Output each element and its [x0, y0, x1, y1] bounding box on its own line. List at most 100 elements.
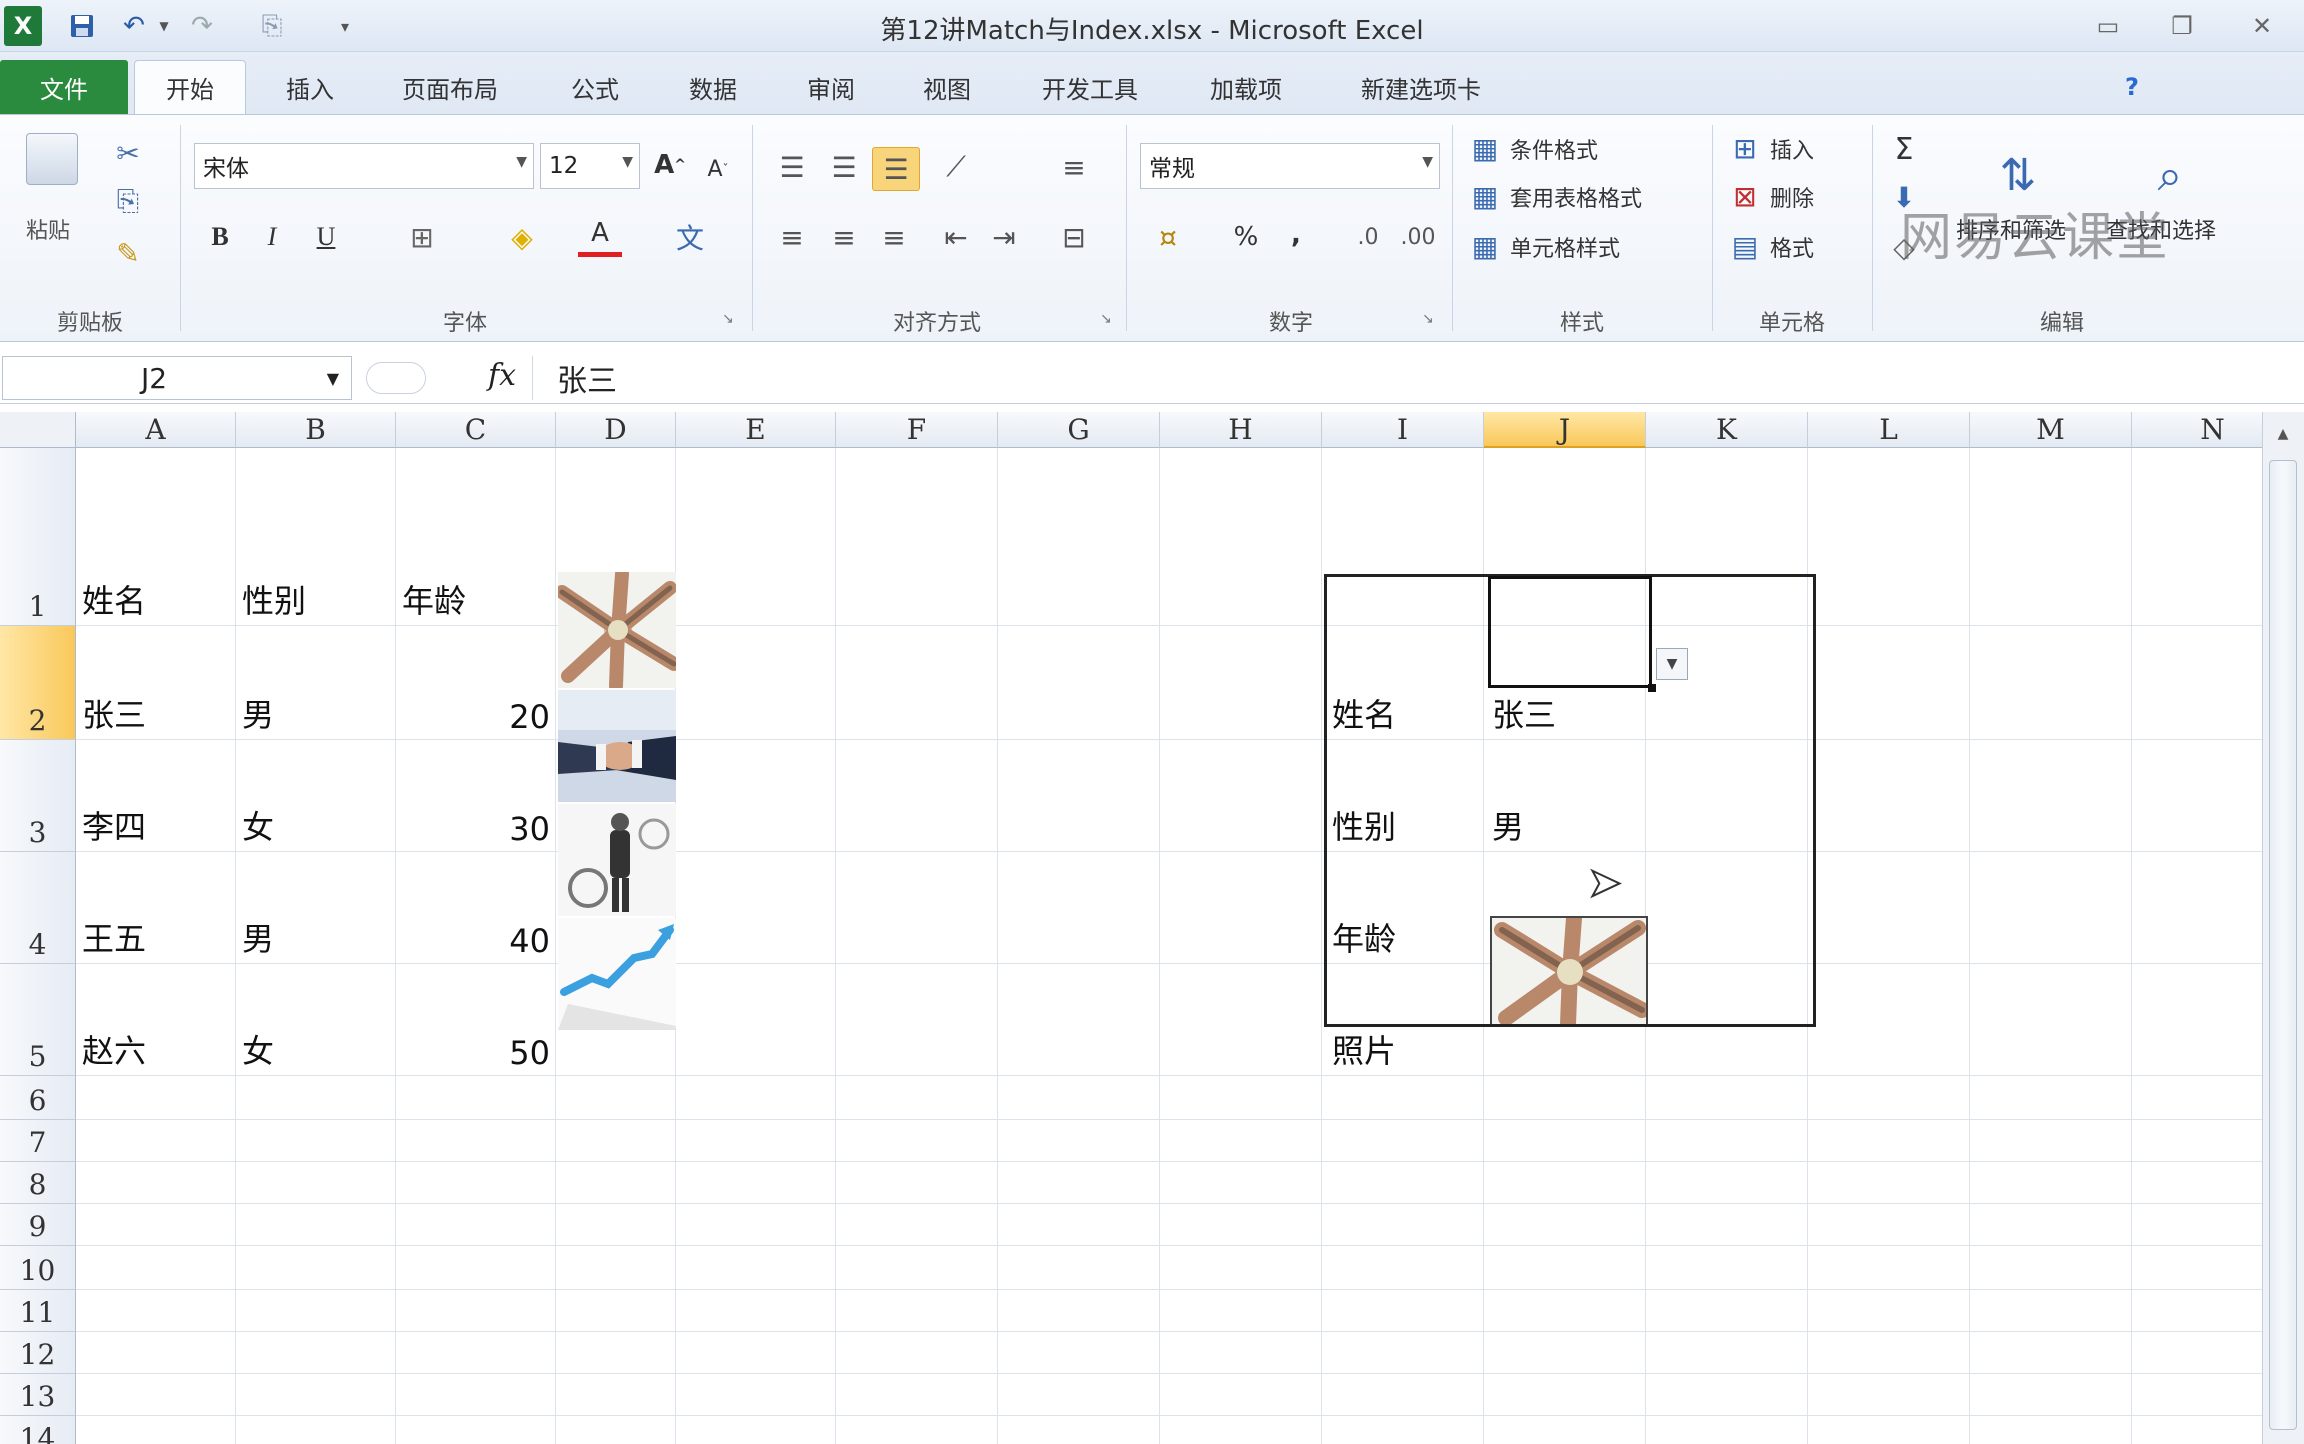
currency-icon[interactable]: ¤	[1146, 215, 1190, 259]
row-header-11[interactable]: 11	[0, 1290, 76, 1332]
minimize-icon[interactable]: ▭	[2078, 6, 2138, 46]
column-header-H[interactable]: H	[1160, 412, 1322, 448]
merge-center-icon[interactable]: ⊟	[1052, 215, 1096, 259]
tab-developer[interactable]: 开发工具	[1030, 60, 1150, 114]
wrap-text-icon[interactable]: ≡	[1052, 147, 1096, 187]
row-header-3[interactable]: 3	[0, 740, 76, 852]
tab-formulas[interactable]: 公式	[560, 60, 630, 114]
align-top-icon[interactable]: ☰	[770, 147, 814, 187]
cell-styles-icon[interactable]: ▦	[1466, 227, 1504, 265]
increase-indent-icon[interactable]: ⇥	[982, 215, 1026, 259]
tab-data[interactable]: 数据	[678, 60, 748, 114]
dialog-launcher-icon[interactable]: ↘	[1100, 311, 1112, 327]
decrease-indent-icon[interactable]: ⇤	[934, 215, 978, 259]
autosum-icon[interactable]: Σ	[1884, 129, 1924, 169]
row-header-14[interactable]: 14	[0, 1416, 76, 1444]
row-header-2[interactable]: 2	[0, 626, 76, 740]
cell-name[interactable]: 赵六	[76, 964, 236, 1076]
align-left-icon[interactable]: ≡	[770, 215, 814, 259]
tab-home[interactable]: 开始	[134, 60, 246, 114]
lookup-label-age[interactable]: 年龄	[1326, 852, 1486, 964]
column-header-L[interactable]: L	[1808, 412, 1970, 448]
cell-age[interactable]: 30	[396, 740, 556, 852]
font-name-combo[interactable]: 宋体 ▼	[194, 143, 534, 189]
percent-button[interactable]: %	[1224, 215, 1268, 259]
row-header-7[interactable]: 7	[0, 1120, 76, 1162]
format-cells-icon[interactable]: ▤	[1726, 227, 1764, 265]
lookup-gender-value[interactable]: 男	[1486, 740, 1648, 852]
decrease-decimal-icon[interactable]: .00	[1396, 215, 1440, 259]
column-header-M[interactable]: M	[1970, 412, 2132, 448]
delete-cells-button[interactable]: 删除	[1770, 181, 1814, 213]
cut-icon[interactable]: ✂	[108, 133, 148, 173]
select-all-button[interactable]	[0, 412, 76, 448]
header-name[interactable]: 姓名	[76, 512, 236, 626]
data-validation-dropdown-icon[interactable]: ▼	[1656, 648, 1688, 680]
fill-color-icon[interactable]: ◈	[500, 215, 544, 259]
column-header-D[interactable]: D	[556, 412, 676, 448]
lookup-label-name[interactable]: 姓名	[1326, 626, 1486, 740]
format-as-table-icon[interactable]: ▦	[1466, 177, 1504, 215]
insert-function-icon[interactable]: fx	[488, 358, 516, 393]
align-middle-icon[interactable]: ☰	[822, 147, 866, 187]
tab-view[interactable]: 视图	[912, 60, 982, 114]
row-header-12[interactable]: 12	[0, 1332, 76, 1374]
comma-button[interactable]: ,	[1276, 213, 1316, 257]
align-bottom-icon[interactable]: ☰	[872, 147, 920, 191]
tab-insert[interactable]: 插入	[270, 60, 350, 114]
tab-review[interactable]: 审阅	[796, 60, 866, 114]
photo-businessman-clock[interactable]	[558, 804, 676, 916]
grow-font-icon[interactable]: A ^	[650, 145, 690, 185]
paste-icon[interactable]	[26, 133, 78, 185]
photo-hands-circle[interactable]	[558, 572, 676, 688]
column-header-A[interactable]: A	[76, 412, 236, 448]
cell-age[interactable]: 40	[396, 852, 556, 964]
cell-name[interactable]: 张三	[76, 626, 236, 740]
format-as-table-button[interactable]: 套用表格格式	[1510, 181, 1642, 213]
fill-handle[interactable]	[1648, 684, 1656, 692]
header-age[interactable]: 年龄	[396, 512, 556, 626]
cell-age[interactable]: 20	[396, 626, 556, 740]
row-header-4[interactable]: 4	[0, 852, 76, 964]
shrink-font-icon[interactable]: Aˇ	[698, 149, 738, 189]
align-center-icon[interactable]: ≡	[822, 215, 866, 259]
photo-handshake[interactable]	[558, 690, 676, 802]
name-box[interactable]: J2 ▼	[2, 356, 352, 400]
formula-input[interactable]: 张三	[532, 356, 2272, 400]
format-painter-icon[interactable]: ✎	[108, 233, 148, 273]
underline-button[interactable]: U	[306, 215, 346, 259]
lookup-label-photo[interactable]: 照片	[1326, 964, 1486, 1076]
lookup-label-gender[interactable]: 性别	[1326, 740, 1486, 852]
tab-new[interactable]: 新建选项卡	[1346, 60, 1496, 114]
row-header-6[interactable]: 6	[0, 1076, 76, 1120]
lookup-photo[interactable]	[1490, 916, 1648, 1026]
column-header-K[interactable]: K	[1646, 412, 1808, 448]
header-gender[interactable]: 性别	[236, 512, 396, 626]
format-cells-button[interactable]: 格式	[1770, 231, 1814, 263]
cell-age[interactable]: 50	[396, 964, 556, 1076]
font-size-combo[interactable]: 12 ▼	[540, 143, 640, 189]
font-color-icon[interactable]: A	[578, 213, 622, 257]
tab-file[interactable]: 文件	[0, 60, 128, 114]
row-header-8[interactable]: 8	[0, 1162, 76, 1204]
photo-growth-arrow[interactable]	[558, 918, 676, 1030]
number-format-combo[interactable]: 常规 ▼	[1140, 143, 1440, 189]
column-header-G[interactable]: G	[998, 412, 1160, 448]
column-header-C[interactable]: C	[396, 412, 556, 448]
row-header-1[interactable]: 1	[0, 448, 76, 626]
column-header-J[interactable]: J	[1484, 412, 1646, 448]
conditional-format-icon[interactable]: ▦	[1466, 129, 1504, 167]
cell-gender[interactable]: 男	[236, 852, 396, 964]
close-icon[interactable]: ✕	[2232, 6, 2292, 46]
active-cell-J2[interactable]	[1488, 576, 1652, 688]
align-right-icon[interactable]: ≡	[872, 215, 916, 259]
tab-page-layout[interactable]: 页面布局	[390, 60, 510, 114]
row-header-10[interactable]: 10	[0, 1246, 76, 1290]
insert-cells-button[interactable]: 插入	[1770, 133, 1814, 165]
paste-label[interactable]: 粘贴	[26, 213, 70, 245]
scrollbar-thumb[interactable]	[2269, 460, 2297, 1430]
cell-name[interactable]: 李四	[76, 740, 236, 852]
row-header-9[interactable]: 9	[0, 1204, 76, 1246]
dialog-launcher-icon[interactable]: ↘	[722, 311, 734, 327]
column-header-B[interactable]: B	[236, 412, 396, 448]
